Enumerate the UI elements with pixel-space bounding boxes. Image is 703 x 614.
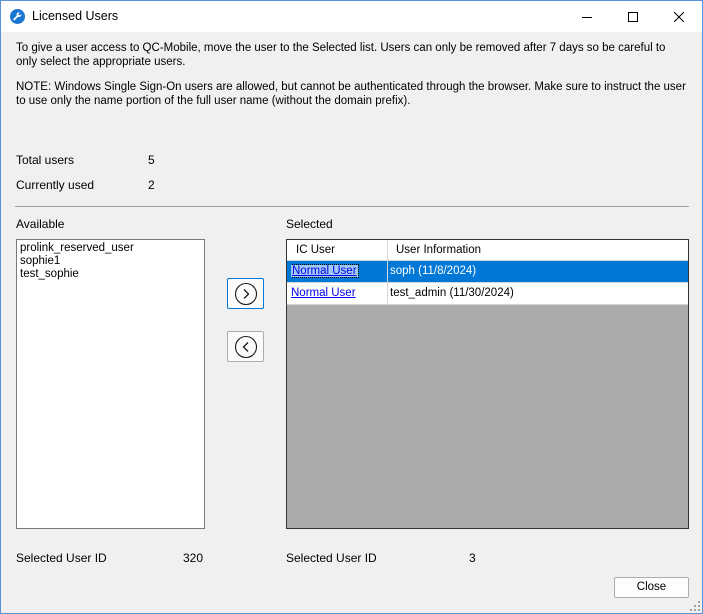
close-icon	[674, 11, 684, 22]
user-info-cell[interactable]: test_admin (11/30/2024)	[390, 283, 686, 304]
remove-user-button[interactable]	[227, 331, 264, 362]
ic-user-link[interactable]: Normal User	[291, 264, 359, 278]
minimize-icon	[582, 16, 592, 18]
minimize-button[interactable]	[564, 1, 610, 32]
close-button[interactable]: Close	[614, 577, 689, 598]
user-info-cell[interactable]: soph (11/8/2024)	[390, 261, 686, 282]
available-selected-user-id-value: 320	[183, 551, 204, 565]
separator	[15, 206, 689, 207]
available-selected-user-id-label: Selected User ID	[16, 551, 107, 565]
table-row[interactable]: Normal User test_admin (11/30/2024)	[287, 283, 688, 305]
grid-header: IC User User Information	[287, 240, 688, 261]
available-users-list[interactable]: prolink_reserved_user sophie1 test_sophi…	[16, 239, 205, 529]
ic-user-link[interactable]: Normal User	[291, 287, 356, 299]
selected-label: Selected	[286, 217, 333, 231]
column-header-ic-user[interactable]: IC User	[296, 240, 335, 261]
table-row[interactable]: Normal User soph (11/8/2024)	[287, 261, 688, 283]
currently-used-label: Currently used	[16, 178, 95, 192]
selected-users-grid[interactable]: IC User User Information Normal User sop…	[286, 239, 689, 529]
list-item[interactable]: prolink_reserved_user	[20, 242, 201, 255]
resize-grip-icon[interactable]	[690, 601, 700, 611]
currently-used-value: 2	[148, 178, 155, 192]
licensed-users-dialog: Licensed Users To give a user access to …	[0, 0, 703, 614]
selected-selected-user-id-label: Selected User ID	[286, 551, 377, 565]
add-user-button[interactable]	[227, 278, 264, 309]
intro-text: To give a user access to QC-Mobile, move…	[16, 42, 666, 68]
chevron-left-circle-icon	[234, 335, 257, 358]
wrench-icon	[10, 9, 25, 24]
window-title: Licensed Users	[32, 9, 119, 23]
total-users-label: Total users	[16, 153, 75, 167]
maximize-icon	[628, 11, 638, 22]
column-header-user-information[interactable]: User Information	[396, 240, 481, 261]
close-window-button[interactable]	[656, 1, 702, 32]
selected-selected-user-id-value: 3	[469, 551, 476, 565]
list-item[interactable]: test_sophie	[20, 268, 201, 281]
list-item[interactable]: sophie1	[20, 255, 201, 268]
title-bar[interactable]: Licensed Users	[1, 1, 702, 32]
maximize-button[interactable]	[610, 1, 656, 32]
chevron-right-circle-icon	[234, 282, 257, 305]
available-label: Available	[16, 217, 65, 231]
total-users-value: 5	[148, 153, 155, 167]
note-text: NOTE: Windows Single Sign-On users are a…	[16, 81, 686, 107]
